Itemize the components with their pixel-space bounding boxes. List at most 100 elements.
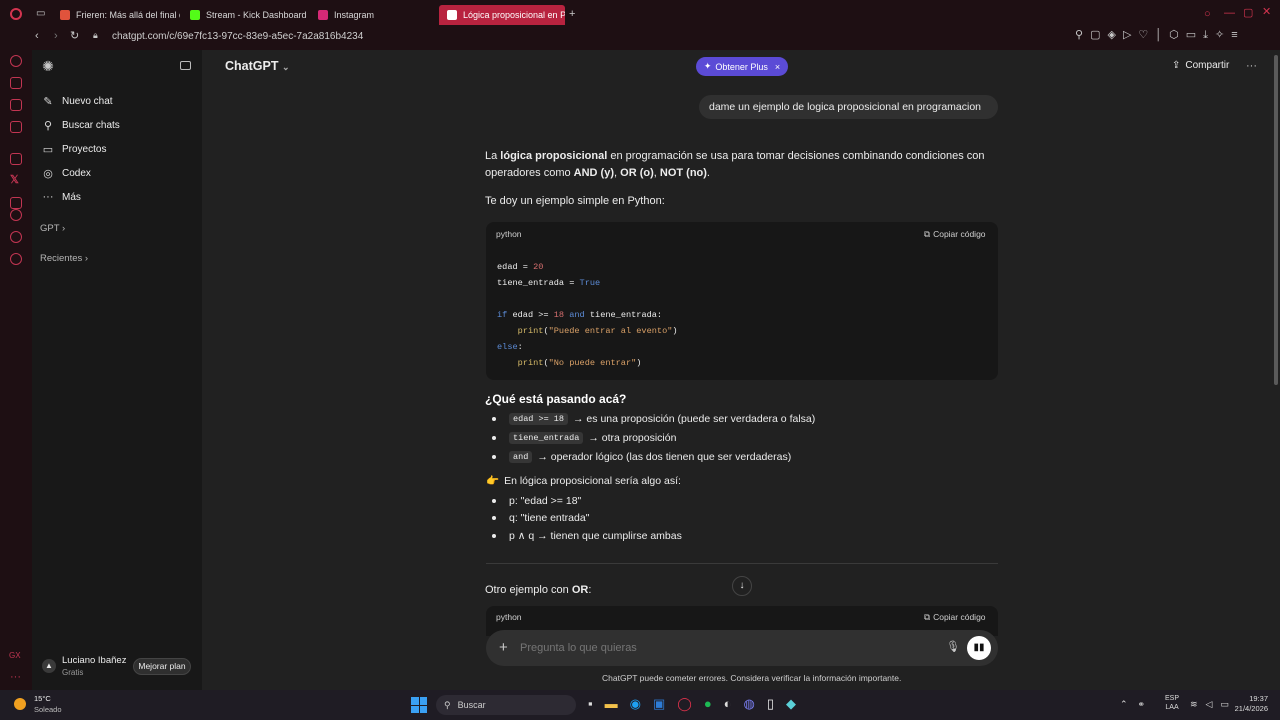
tab-label: Stream - Kick Dashboard	[206, 10, 307, 20]
shield-icon[interactable]: ◈	[1107, 30, 1115, 41]
tab-logica-proposicional[interactable]: Lógica proposicional en P	[439, 5, 565, 25]
notepad-icon[interactable]: ▯	[767, 696, 774, 712]
discord-icon[interactable]: ◍	[744, 696, 755, 712]
opera-gx-icon[interactable]: ◯	[677, 696, 692, 712]
history-icon[interactable]	[10, 209, 22, 221]
forward-icon[interactable]: ›	[54, 31, 58, 42]
windows-start-icon[interactable]	[411, 697, 427, 713]
wifi-icon[interactable]: ≋	[1190, 699, 1198, 710]
plus-label: Obtener Plus	[715, 61, 768, 72]
close-icon[interactable]: ×	[775, 62, 780, 72]
close-window-icon[interactable]: ✕	[1262, 7, 1271, 18]
answer-paragraph: Otro ejemplo con OR:	[485, 584, 592, 596]
sidebar-item-search[interactable]: ⚲ Buscar chats	[42, 116, 120, 134]
copy-code-button[interactable]: ⧉ Copiar código	[924, 612, 986, 623]
store-icon[interactable]: ▣	[653, 696, 665, 712]
rail-more-icon[interactable]: ···	[10, 672, 21, 683]
options-icon[interactable]: ···	[1246, 61, 1257, 72]
copy-icon: ⧉	[924, 229, 931, 239]
openai-logo-icon[interactable]: ✺	[41, 59, 55, 73]
language-indicator[interactable]: ESP LAA	[1165, 694, 1179, 712]
ai-icon[interactable]: ✧	[1215, 30, 1224, 41]
settings-rail-icon[interactable]	[10, 253, 22, 265]
heart-icon[interactable]: ♡	[1138, 30, 1148, 41]
file-explorer-icon[interactable]: ▬	[605, 696, 618, 712]
extensions-icon[interactable]: ⬡	[1169, 30, 1179, 41]
tab-kick[interactable]: Stream - Kick Dashboard	[182, 5, 310, 25]
app-icon[interactable]: ◆	[786, 696, 796, 712]
codex-icon: ◎	[43, 167, 53, 180]
taskbar-search[interactable]: ⚲ Buscar	[436, 695, 576, 715]
search-label: Buscar	[457, 700, 486, 710]
aria-icon[interactable]	[10, 55, 22, 67]
model-selector[interactable]: ChatGPT ⌄	[225, 59, 290, 73]
task-view-icon[interactable]: ▪	[588, 696, 593, 712]
new-tab-icon[interactable]: +	[569, 9, 575, 20]
chevron-up-icon[interactable]: ⌃	[1120, 699, 1128, 710]
toggle-sidebar-icon[interactable]	[180, 61, 191, 70]
url-field[interactable]: chatgpt.com/c/69e7fc13-97cc-83e9-a5ec-7a…	[112, 31, 363, 42]
chevron-right-icon: ›	[62, 223, 66, 234]
search-icon: ⚲	[43, 119, 53, 132]
sidebar-item-label: Codex	[62, 167, 91, 179]
back-icon[interactable]: ‹	[35, 31, 39, 42]
avatar[interactable]: ▲	[42, 659, 56, 673]
instagram-rail-icon[interactable]	[10, 121, 22, 133]
sidebar-group-recent[interactable]: Recientes ›	[40, 253, 88, 264]
clock[interactable]: 19:37 21/4/2026	[1228, 694, 1268, 714]
menu-icon[interactable]: ≡	[1231, 30, 1237, 41]
sidebar-item-new-chat[interactable]: ✎ Nuevo chat	[42, 92, 112, 110]
steam-icon[interactable]: ◐	[724, 696, 732, 712]
workspace-icon[interactable]	[10, 77, 22, 89]
get-plus-button[interactable]: ✦ Obtener Plus ×	[696, 57, 788, 76]
sidebar-item-label: Buscar chats	[62, 119, 120, 131]
add-attachment-icon[interactable]: +	[499, 640, 508, 655]
share-button[interactable]: ⇪ Compartir	[1172, 60, 1229, 71]
weather-desc[interactable]: Soleado	[34, 705, 62, 714]
x-icon[interactable]: 𝕏	[10, 175, 19, 186]
gx-icon[interactable]: GX	[9, 652, 21, 660]
spotify-icon[interactable]: ●	[704, 696, 712, 712]
ai-rail-icon[interactable]	[10, 231, 22, 243]
twitch-icon[interactable]	[10, 153, 22, 165]
screenshot-icon[interactable]: ▢	[1090, 30, 1100, 41]
prompt-input[interactable]	[520, 640, 920, 656]
section-heading: ¿Qué está pasando acá?	[485, 392, 627, 406]
opera-logo-icon[interactable]	[10, 8, 22, 20]
clock-time: 19:37	[1249, 694, 1268, 703]
scroll-down-button[interactable]: ↓	[732, 576, 752, 596]
maximize-icon[interactable]: ▢	[1243, 8, 1253, 19]
play-icon[interactable]: ▷	[1123, 30, 1131, 41]
sidebar-group-gpt[interactable]: GPT ›	[40, 223, 65, 234]
weather-temp[interactable]: 15°C	[34, 694, 51, 703]
more-icon: ···	[42, 191, 54, 203]
sparkle-icon: ✦	[703, 61, 712, 71]
group-label: Recientes	[40, 253, 83, 264]
copy-icon: ⧉	[924, 612, 931, 622]
tab-list-icon[interactable]: ▭	[36, 9, 45, 19]
upgrade-plan-button[interactable]: Mejorar plan	[133, 658, 191, 675]
reload-icon[interactable]: ↻	[70, 31, 79, 42]
player-icon[interactable]	[10, 197, 22, 209]
share-label: Compartir	[1185, 60, 1230, 71]
tab-instagram[interactable]: Instagram	[310, 5, 432, 25]
sidebar-item-projects[interactable]: ▭ Proyectos	[42, 140, 107, 158]
tab-frieren[interactable]: Frieren: Más allá del final d	[52, 5, 180, 25]
microphone-icon[interactable]: 🎙︎	[946, 642, 960, 653]
network-icon[interactable]: ⚭	[1138, 699, 1146, 710]
group-label: GPT	[40, 223, 60, 234]
pin-icon[interactable]: ⚲	[1075, 30, 1083, 41]
sidebar-item-codex[interactable]: ◎ Codex	[42, 164, 91, 182]
voice-mode-button[interactable]: ▮▮	[967, 636, 991, 660]
scrollbar-thumb[interactable]	[1274, 55, 1278, 385]
copy-code-button[interactable]: ⧉ Copiar código	[924, 229, 986, 240]
messenger-icon[interactable]	[10, 99, 22, 111]
download-icon[interactable]: ⤓	[1203, 30, 1208, 41]
sidebar-item-more[interactable]: ··· Más	[42, 188, 81, 206]
search-tabs-icon[interactable]: ○	[1204, 9, 1211, 20]
volume-icon[interactable]: ◁	[1206, 699, 1213, 710]
chevron-right-icon: ›	[84, 253, 89, 264]
wallet-icon[interactable]: ▭	[1186, 30, 1196, 41]
minimize-icon[interactable]: —	[1224, 8, 1235, 19]
edge-icon[interactable]: ◉	[630, 696, 641, 712]
